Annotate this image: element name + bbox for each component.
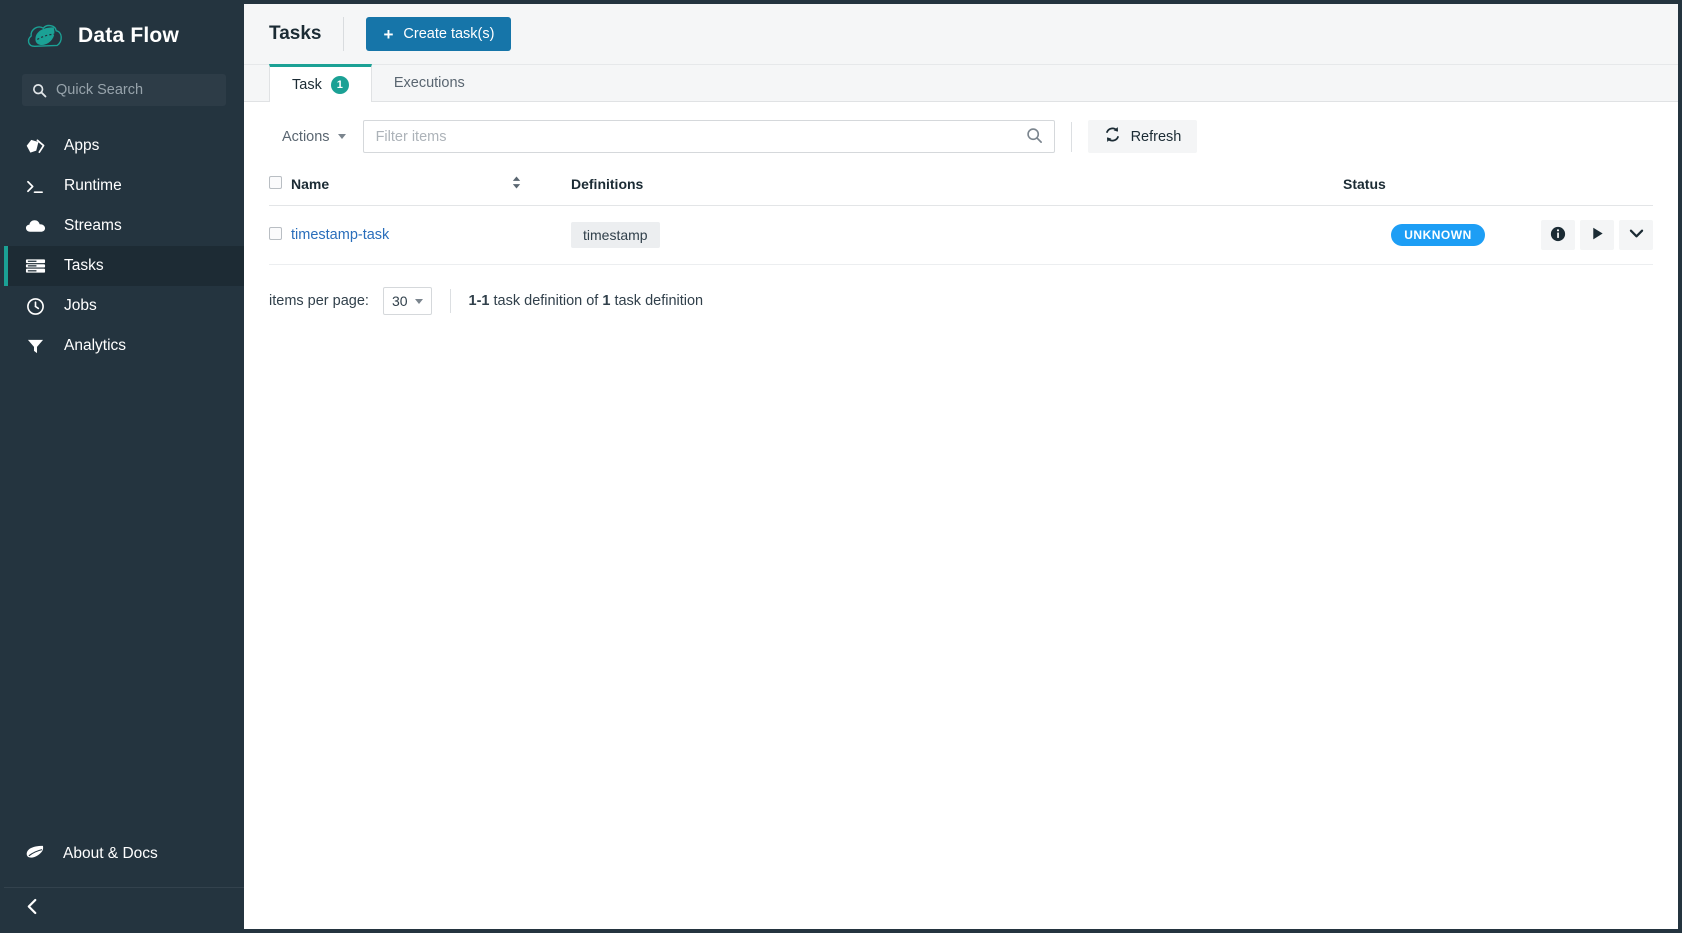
sidebar-item-about-docs[interactable]: About & Docs	[4, 833, 244, 875]
tab-executions[interactable]: Executions	[372, 64, 487, 101]
row-spacer-cell	[511, 205, 571, 265]
tab-executions-label: Executions	[393, 74, 465, 91]
column-sort-name[interactable]	[511, 163, 571, 206]
pagination-divider	[449, 289, 451, 313]
definition-chip: timestamp	[571, 222, 660, 248]
items-per-page-select[interactable]: 30	[382, 287, 432, 315]
app-window: Data Flow Quick Search Apps Runtime Stre…	[4, 4, 1678, 929]
brand-title: Data Flow	[78, 24, 179, 47]
sidebar-item-label: Runtime	[64, 177, 122, 194]
filter-field[interactable]	[362, 120, 1055, 153]
tag-icon	[24, 136, 46, 156]
sidebar: Data Flow Quick Search Apps Runtime Stre…	[4, 4, 244, 929]
column-header-status: Status	[1343, 163, 1533, 206]
pagination-summary: 1-1 task definition of 1 task definition	[469, 293, 704, 309]
terminal-prompt-icon	[24, 176, 46, 196]
cloud-icon	[24, 216, 46, 236]
row-definitions-cell: timestamp	[571, 205, 1343, 265]
sidebar-item-jobs[interactable]: Jobs	[4, 286, 244, 326]
sidebar-item-analytics[interactable]: Analytics	[4, 326, 244, 366]
row-checkbox[interactable]	[269, 226, 282, 240]
actions-dropdown-label: Actions	[282, 128, 330, 145]
quick-search-input[interactable]: Quick Search	[22, 74, 226, 106]
table-header-row: Name Definitions Status	[269, 163, 1653, 206]
refresh-button[interactable]: Refresh	[1087, 120, 1198, 153]
tab-task-badge: 1	[330, 75, 349, 94]
row-action-group	[1533, 220, 1653, 250]
leaf-icon	[24, 844, 45, 864]
actions-dropdown[interactable]: Actions	[269, 120, 359, 153]
main-content: Tasks + Create task(s) Task 1 Executions…	[244, 4, 1678, 929]
header-divider	[343, 17, 345, 51]
select-all-checkbox[interactable]	[269, 176, 282, 189]
sidebar-item-streams[interactable]: Streams	[4, 206, 244, 246]
brand[interactable]: Data Flow	[4, 4, 244, 68]
chevron-down-icon	[337, 134, 346, 139]
tasks-panel: Actions Filter items Refresh Name Defini…	[244, 102, 1678, 929]
items-per-page-label: items per page:	[269, 293, 369, 309]
filter-search-button[interactable]	[1016, 121, 1054, 152]
tasks-table: Name Definitions Status timestamp-task t…	[269, 163, 1653, 265]
sidebar-item-label: About & Docs	[63, 845, 158, 862]
task-launch-button[interactable]	[1580, 220, 1614, 250]
server-stack-icon	[24, 256, 46, 276]
column-header-actions	[1533, 163, 1653, 206]
funnel-icon	[24, 336, 46, 356]
create-task-button-label: Create task(s)	[403, 26, 495, 42]
refresh-button-label: Refresh	[1130, 128, 1182, 145]
row-name-cell: timestamp-task	[291, 205, 511, 265]
tab-task[interactable]: Task 1	[269, 64, 372, 102]
items-per-page-value: 30	[391, 293, 408, 309]
select-all-header	[269, 163, 291, 206]
sidebar-collapse-button[interactable]	[4, 887, 244, 929]
pagination-suffix: task definition	[610, 293, 704, 309]
filter-input[interactable]	[363, 121, 1016, 152]
tasks-toolbar: Actions Filter items Refresh	[269, 102, 1653, 163]
task-details-button[interactable]	[1541, 220, 1575, 250]
sidebar-nav: Apps Runtime Streams Tasks Jobs Analytic…	[4, 126, 244, 366]
row-status-cell: UNKNOWN	[1343, 205, 1533, 265]
page-header: Tasks + Create task(s)	[244, 4, 1678, 65]
play-icon	[1590, 226, 1605, 244]
task-name-link[interactable]: timestamp-task	[291, 227, 389, 243]
chevron-down-icon	[414, 298, 423, 304]
sidebar-item-tasks[interactable]: Tasks	[4, 246, 244, 286]
chevron-down-icon	[1628, 227, 1645, 243]
pagination-bar: items per page: 30 1-1 task definition o…	[269, 265, 1653, 315]
search-icon	[32, 83, 47, 98]
tab-task-label: Task	[292, 76, 322, 93]
sort-updown-icon[interactable]	[511, 175, 522, 193]
sidebar-item-runtime[interactable]: Runtime	[4, 166, 244, 206]
row-select-cell	[269, 205, 291, 265]
refresh-icon	[1104, 126, 1121, 147]
column-header-definitions: Definitions	[571, 163, 1343, 206]
plus-icon: +	[383, 24, 394, 44]
spring-leaf-cloud-logo-icon	[26, 20, 64, 52]
chevron-left-icon	[26, 898, 39, 920]
quick-search-placeholder: Quick Search	[56, 82, 144, 98]
sidebar-item-label: Analytics	[64, 337, 127, 354]
column-header-name[interactable]: Name	[291, 163, 511, 206]
info-icon	[1550, 226, 1566, 245]
sidebar-item-label: Tasks	[64, 257, 104, 274]
tasks-table-body: timestamp-task timestamp UNKNOWN	[269, 205, 1653, 265]
task-more-button[interactable]	[1619, 220, 1653, 250]
sidebar-item-label: Apps	[64, 137, 100, 154]
tasks-table-head: Name Definitions Status	[269, 163, 1653, 206]
row-actions-cell	[1533, 205, 1653, 265]
pagination-range: 1-1	[468, 293, 490, 309]
clock-icon	[24, 296, 46, 316]
page-title: Tasks	[269, 23, 322, 44]
sidebar-item-label: Streams	[64, 217, 122, 234]
tab-bar: Task 1 Executions	[244, 64, 1678, 102]
table-row: timestamp-task timestamp UNKNOWN	[269, 205, 1653, 265]
sidebar-item-label: Jobs	[64, 297, 97, 314]
create-task-button[interactable]: + Create task(s)	[366, 17, 512, 51]
sidebar-item-apps[interactable]: Apps	[4, 126, 244, 166]
status-badge: UNKNOWN	[1391, 224, 1485, 246]
search-icon	[1026, 127, 1043, 147]
toolbar-divider	[1070, 121, 1072, 152]
pagination-mid: task definition of	[489, 293, 603, 309]
